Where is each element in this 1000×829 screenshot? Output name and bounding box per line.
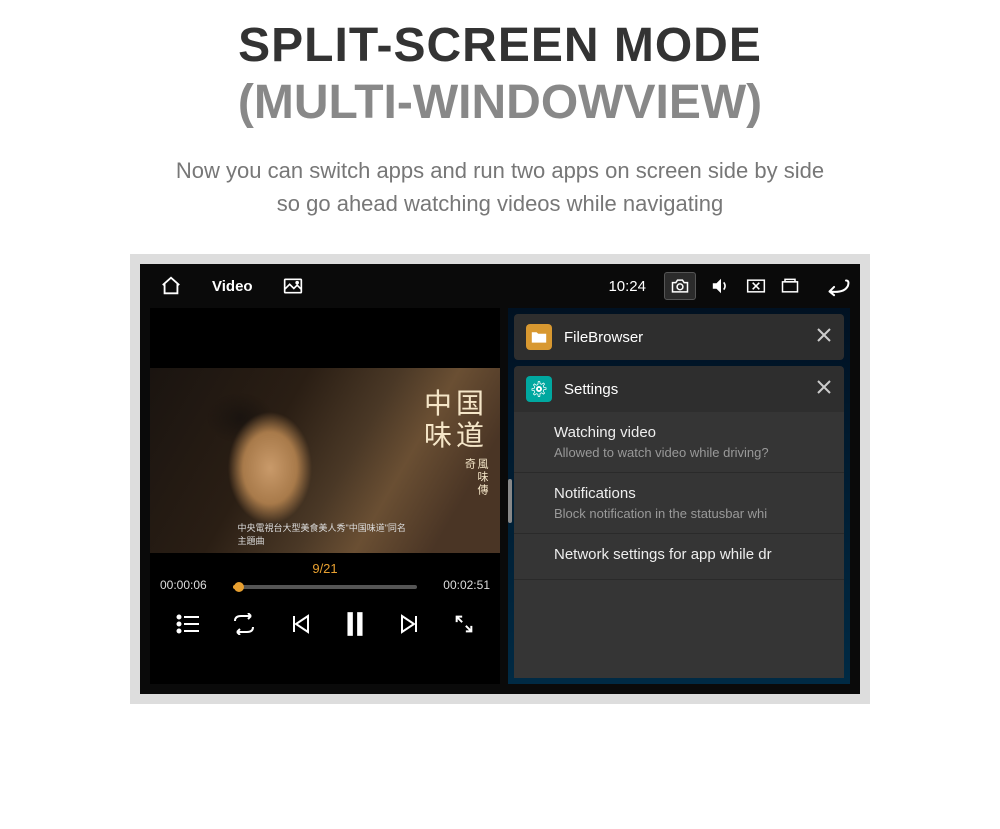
setting-item-notifications[interactable]: Notifications Block notification in the … — [514, 473, 844, 534]
device-frame: Video 10:24 — [130, 254, 870, 704]
recents-icon[interactable] — [780, 277, 800, 295]
clock-time: 10:24 — [608, 278, 646, 295]
repeat-button[interactable] — [231, 613, 257, 640]
playback-info: 9/21 — [150, 553, 500, 578]
recent-app-settings[interactable]: Settings — [514, 366, 844, 412]
close-icon[interactable] — [816, 327, 832, 348]
close-ad-icon[interactable] — [746, 277, 766, 295]
video-title-overlay: 中国 味道 風味傳奇 — [424, 388, 488, 506]
settings-body: Watching video Allowed to watch video wh… — [514, 412, 844, 678]
screenshot-button[interactable] — [664, 272, 696, 300]
app-name-label: Settings — [564, 381, 804, 398]
fullscreen-button[interactable] — [453, 613, 475, 640]
close-icon[interactable] — [816, 379, 832, 400]
page-subtitle: (MULTI-WINDOWVIEW) — [0, 75, 1000, 130]
settings-icon — [526, 376, 552, 402]
next-button[interactable] — [398, 612, 422, 641]
split-divider[interactable] — [508, 479, 512, 523]
prev-button[interactable] — [288, 612, 312, 641]
home-icon[interactable] — [160, 275, 182, 297]
video-viewport[interactable]: 中国 味道 風味傳奇 中央電視台大型美食美人秀"中国味道"同名主題曲 — [150, 368, 500, 553]
picture-icon[interactable] — [283, 277, 303, 295]
page-title: SPLIT-SCREEN MODE — [0, 18, 1000, 73]
page-description: Now you can switch apps and run two apps… — [100, 154, 900, 220]
setting-item-watching-video[interactable]: Watching video Allowed to watch video wh… — [514, 412, 844, 473]
time-elapsed: 00:00:06 — [160, 578, 215, 592]
volume-icon[interactable] — [710, 276, 732, 296]
video-pane: 中国 味道 風味傳奇 中央電視台大型美食美人秀"中国味道"同名主題曲 9/21 … — [150, 308, 500, 684]
settings-pane: FileBrowser Settings — [508, 308, 850, 684]
back-icon[interactable] — [820, 275, 850, 297]
app-title: Video — [212, 278, 253, 295]
playlist-button[interactable] — [175, 613, 201, 640]
progress-bar[interactable] — [233, 585, 417, 589]
time-total: 00:02:51 — [435, 578, 490, 592]
pause-button[interactable] — [342, 610, 368, 643]
app-name-label: FileBrowser — [564, 329, 804, 346]
folder-icon — [526, 324, 552, 350]
recent-app-filebrowser[interactable]: FileBrowser — [514, 314, 844, 360]
track-counter: 9/21 — [312, 561, 337, 576]
device-screen: Video 10:24 — [140, 264, 860, 694]
player-controls — [150, 592, 500, 655]
status-bar: Video 10:24 — [140, 264, 860, 308]
setting-item-network[interactable]: Network settings for app while dr — [514, 534, 844, 580]
video-caption: 中央電視台大型美食美人秀"中国味道"同名主題曲 — [238, 521, 413, 547]
split-container: 中国 味道 風味傳奇 中央電視台大型美食美人秀"中国味道"同名主題曲 9/21 … — [140, 308, 860, 694]
